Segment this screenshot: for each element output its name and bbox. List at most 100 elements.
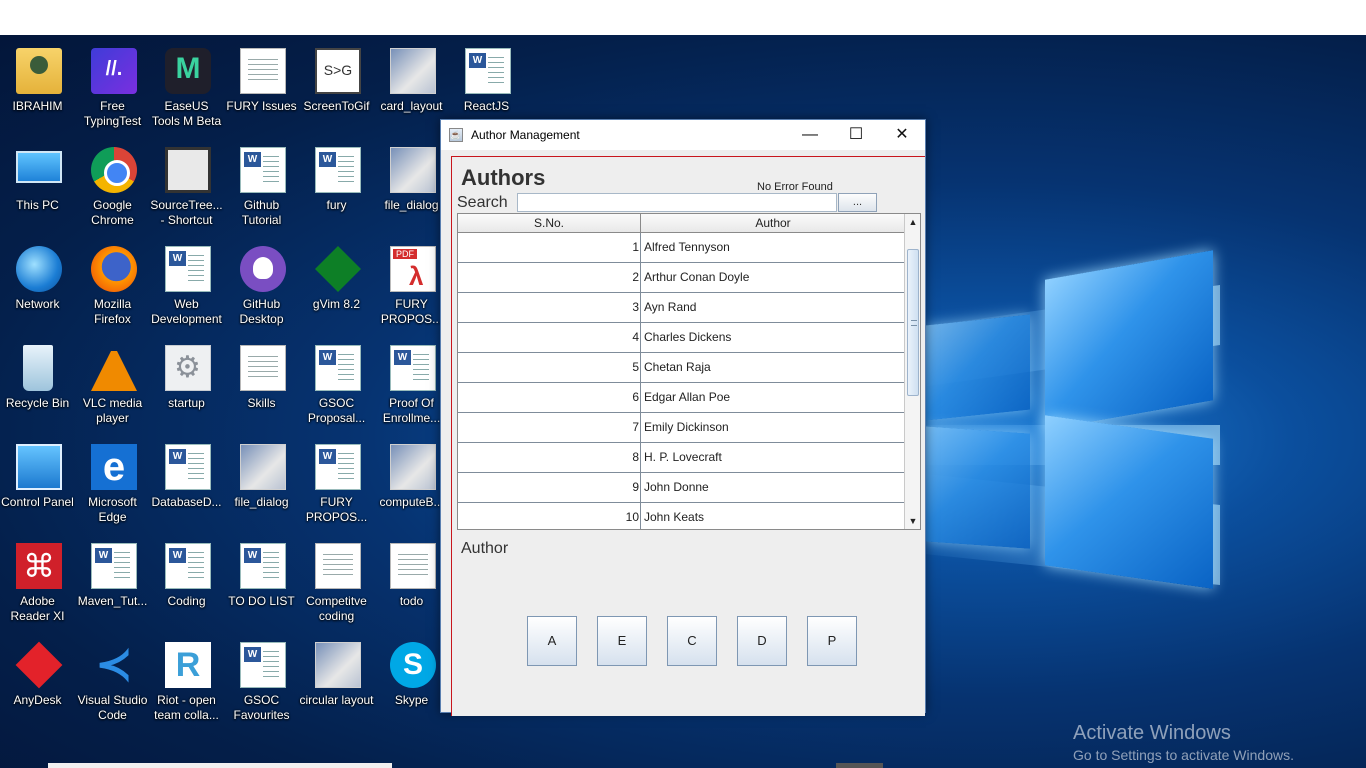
desktop-icon[interactable]: e Microsoft Edge xyxy=(75,438,150,537)
d-button[interactable]: D xyxy=(737,616,787,666)
desktop-icon[interactable]: W DatabaseD... xyxy=(149,438,224,537)
desktop-icon[interactable]: Competitve coding xyxy=(299,537,374,636)
desktop-icon-label: Github Tutorial xyxy=(241,198,282,227)
table-row[interactable]: 2 Arthur Conan Doyle xyxy=(458,263,904,293)
taskbar-fragment xyxy=(48,763,392,768)
table-row[interactable]: 6 Edgar Allan Poe xyxy=(458,383,904,413)
desktop-icon-label: Maven_Tut... xyxy=(77,594,148,608)
cell-sno: 1 xyxy=(458,233,641,262)
desktop-icon[interactable]: Riot - open team colla... xyxy=(149,636,224,735)
desktop-icon-label: startup xyxy=(168,396,205,410)
desktop-icon[interactable]: file_dialog xyxy=(224,438,299,537)
desktop-icon[interactable]: W FURY PROPOS... xyxy=(299,438,374,537)
cell-author: Emily Dickinson xyxy=(644,420,729,434)
desktop-icon[interactable]: EaseUS Tools M Beta xyxy=(149,42,224,141)
desktop-icon[interactable]: circular layout xyxy=(299,636,374,735)
desktop-icon[interactable]: W TO DO LIST xyxy=(224,537,299,636)
title-bar[interactable]: ☕ Author Management — ☐ ✕ xyxy=(441,120,925,150)
desktop-icon[interactable]: Free TypingTest xyxy=(75,42,150,141)
desktop-icon[interactable]: W GSOC Proposal... xyxy=(299,339,374,438)
vim-icon xyxy=(315,246,361,292)
desktop-icon[interactable]: Recycle Bin xyxy=(0,339,75,438)
desktop-icon[interactable]: Mozilla Firefox xyxy=(75,240,150,339)
github-icon xyxy=(240,246,286,292)
cell-sno: 2 xyxy=(458,263,641,292)
search-input[interactable] xyxy=(517,193,837,212)
page-title: Authors xyxy=(461,165,546,190)
desktop-icon-label: computeB... xyxy=(379,495,444,509)
minimize-button[interactable]: — xyxy=(787,120,833,150)
desktop-icon-label: GSOC Favourites xyxy=(233,693,290,722)
table-row[interactable]: 5 Chetan Raja xyxy=(458,353,904,383)
desktop-icon[interactable]: This PC xyxy=(0,141,75,240)
network-icon xyxy=(16,246,62,292)
desktop-icon[interactable]: W Coding xyxy=(149,537,224,636)
close-button[interactable]: ✕ xyxy=(879,120,925,150)
desktop-icon[interactable]: W Proof Of Enrollme... xyxy=(374,339,449,438)
desktop-icon[interactable]: W Web Development xyxy=(149,240,224,339)
desktop-icon[interactable]: GitHub Desktop xyxy=(224,240,299,339)
control-panel-icon xyxy=(16,444,62,490)
desktop-icon[interactable]: gVim 8.2 xyxy=(299,240,374,339)
desktop-icon[interactable]: ScreenToGif xyxy=(299,42,374,141)
table-row[interactable]: 8 H. P. Lovecraft xyxy=(458,443,904,473)
desktop-icon[interactable]: VLC media player xyxy=(75,339,150,438)
word-document-icon: W xyxy=(315,345,361,391)
desktop-icon[interactable]: FURY Issues xyxy=(224,42,299,141)
scroll-down-arrow-icon[interactable]: ▼ xyxy=(905,513,920,529)
vertical-scrollbar[interactable]: ▲ ▼ xyxy=(904,214,920,529)
column-header-sno[interactable]: S.No. xyxy=(458,214,641,232)
desktop-icon-label: FURY Issues xyxy=(226,99,297,113)
a-button[interactable]: A xyxy=(527,616,577,666)
e-button[interactable]: E xyxy=(597,616,647,666)
table-row[interactable]: 3 Ayn Rand xyxy=(458,293,904,323)
desktop-icon[interactable]: ≺ Visual Studio Code xyxy=(75,636,150,735)
table-row[interactable]: 4 Charles Dickens xyxy=(458,323,904,353)
desktop-icon[interactable]: Control Panel xyxy=(0,438,75,537)
maximize-button[interactable]: ☐ xyxy=(833,120,879,150)
desktop-icon[interactable]: Wfury xyxy=(299,141,374,240)
cell-author: Arthur Conan Doyle xyxy=(644,270,750,284)
pdf-badge-icon: PDF xyxy=(393,249,417,259)
desktop-icon-label: Microsoft Edge xyxy=(88,495,137,524)
author-management-window[interactable]: ☕ Author Management — ☐ ✕ Authors No Err… xyxy=(440,119,926,716)
scrollbar-thumb[interactable] xyxy=(907,249,919,396)
desktop-icon[interactable]: file_dialog xyxy=(374,141,449,240)
scroll-up-arrow-icon[interactable]: ▲ xyxy=(905,214,920,230)
table-row[interactable]: 9 John Donne xyxy=(458,473,904,503)
desktop-icon[interactable]: Network xyxy=(0,240,75,339)
word-document-icon: W xyxy=(91,543,137,589)
desktop-icon[interactable]: IBRAHIM xyxy=(0,42,75,141)
desktop-icon[interactable]: card_layout xyxy=(374,42,449,141)
desktop-icon[interactable]: W GSOC Favourites xyxy=(224,636,299,735)
image-file-icon xyxy=(315,642,361,688)
desktop-icon[interactable]: S Skype xyxy=(374,636,449,735)
authors-table[interactable]: S.No. Author 1 Alfred Tennyson 2 Arthur Con… xyxy=(457,213,921,530)
desktop-icon[interactable]: SourceTree... - Shortcut xyxy=(149,141,224,240)
desktop-icon[interactable]: AnyDesk xyxy=(0,636,75,735)
desktop-icon[interactable]: W Maven_Tut... xyxy=(75,537,150,636)
pdf-icon: PDF xyxy=(390,246,436,292)
table-row[interactable]: 10 John Keats xyxy=(458,503,904,529)
desktop-icon[interactable]: ⌘ Adobe Reader XI xyxy=(0,537,75,636)
table-row[interactable]: 7 Emily Dickinson xyxy=(458,413,904,443)
desktop-icon[interactable]: computeB... xyxy=(374,438,449,537)
desktop-icon-label: file_dialog xyxy=(234,495,289,509)
cell-sno: 9 xyxy=(458,473,641,502)
desktop-icon-label: Riot - open team colla... xyxy=(154,693,219,722)
desktop-icon[interactable]: Google Chrome xyxy=(75,141,150,240)
column-header-author[interactable]: Author xyxy=(642,214,904,232)
cell-author: Chetan Raja xyxy=(644,360,711,374)
desktop-icon[interactable]: todo xyxy=(374,537,449,636)
desktop-icon[interactable]: PDF FURY PROPOS... xyxy=(374,240,449,339)
desktop-icon[interactable]: startup xyxy=(149,339,224,438)
table-row[interactable]: 1 Alfred Tennyson xyxy=(458,233,904,263)
desktop-icon-label: TO DO LIST xyxy=(228,594,295,608)
p-button[interactable]: P xyxy=(807,616,857,666)
desktop-icon-label: Skype xyxy=(394,693,429,707)
desktop-icon-label: FURY PROPOS... xyxy=(380,297,443,326)
desktop-icon[interactable]: Skills xyxy=(224,339,299,438)
desktop-icon[interactable]: W Github Tutorial xyxy=(224,141,299,240)
search-button[interactable]: ... xyxy=(838,193,877,212)
c-button[interactable]: C xyxy=(667,616,717,666)
